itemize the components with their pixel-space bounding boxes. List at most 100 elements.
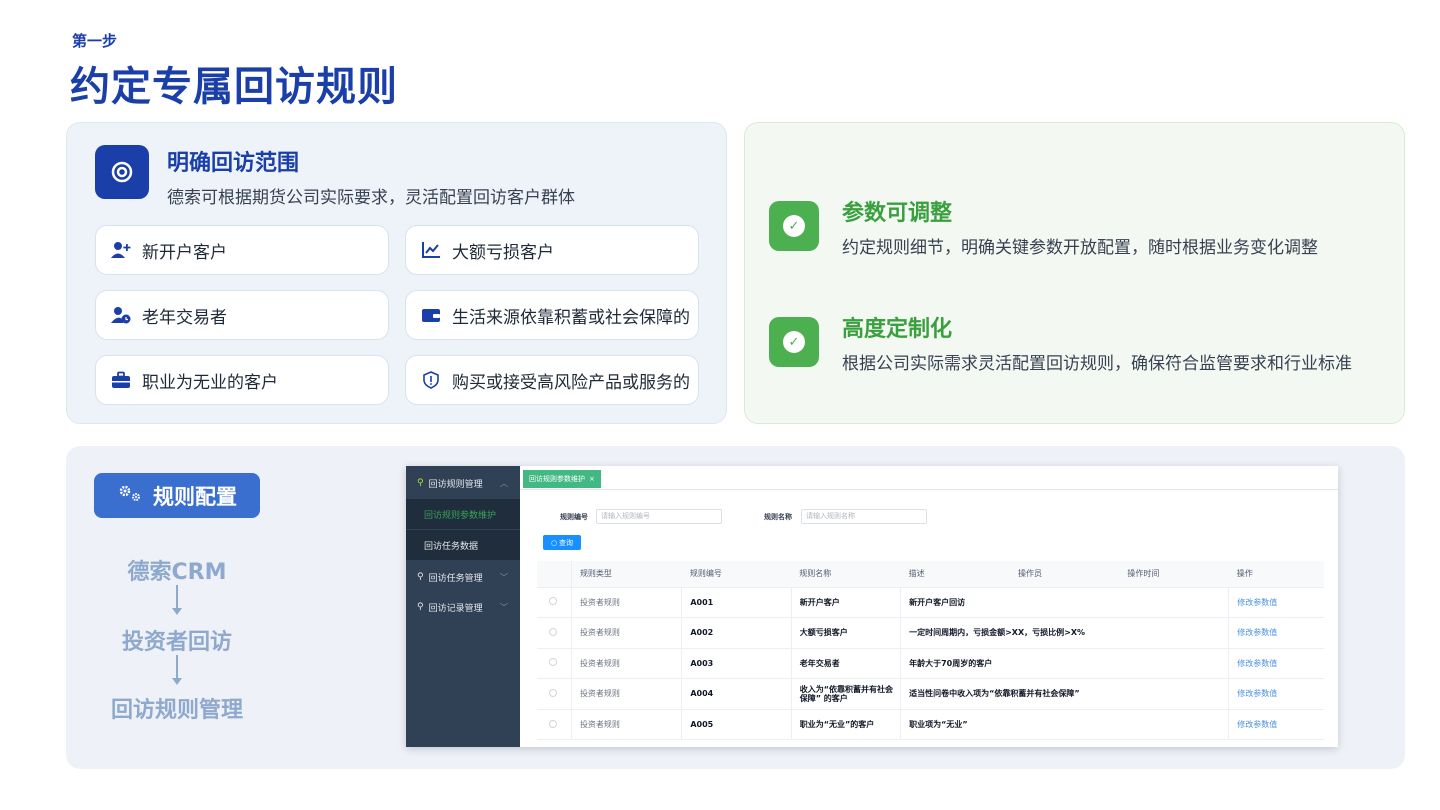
table-header: 规则类型: [571, 561, 682, 588]
step-label: 第一步: [72, 32, 118, 50]
shield-alert-icon: [420, 369, 442, 391]
location-icon: ⚲: [417, 602, 424, 612]
scope-item-label: 生活来源依靠积蓄或社会保障的: [452, 307, 690, 328]
table-header: 描述: [900, 561, 1010, 588]
sidebar-item-rule-mgmt[interactable]: ⚲ 回访规则管理 ︿: [406, 468, 520, 498]
check-icon: ✓: [769, 201, 819, 251]
rule-code-label: 规则编号: [560, 513, 588, 521]
scope-item-new-account: 新开户客户: [95, 225, 389, 275]
location-icon: ⚲: [417, 572, 424, 582]
query-button[interactable]: ○ 查询: [543, 535, 581, 550]
wallet-icon: [420, 304, 442, 326]
row-radio[interactable]: [549, 597, 557, 606]
table-header: 规则名称: [791, 561, 901, 588]
feature-title: 参数可调整: [842, 201, 953, 226]
sidebar-item-task-mgmt[interactable]: ⚲ 回访任务管理 ﹀: [406, 562, 520, 592]
arrow-down-icon: [172, 678, 182, 685]
table-row: 投资者规则 A003 老年交易者 年龄大于70周岁的客户 修改参数值: [537, 648, 1324, 680]
app-main: 回访规则参数维护 × 规则编号 请输入规则编号 规则名称 请输入规则名称 ○ 查…: [520, 466, 1338, 747]
rule-desc-cell: 一定时间周期内，亏损金额>XX，亏损比例>X%: [900, 617, 1120, 649]
rule-code-cell: A003: [681, 648, 792, 680]
flow-step: 投资者回访: [121, 630, 232, 655]
table-row: 投资者规则 A001 新开户客户 新开户客户回访 修改参数值: [537, 587, 1324, 619]
close-icon[interactable]: ×: [589, 475, 595, 483]
feature-description: 根据公司实际需求灵活配置回访规则，确保符合监管要求和行业标准: [842, 354, 1352, 374]
edit-param-link[interactable]: 修改参数值: [1228, 648, 1324, 680]
edit-param-link[interactable]: 修改参数值: [1228, 709, 1324, 741]
rule-type-cell: 投资者规则: [571, 678, 683, 710]
operate-time-cell: [1119, 709, 1230, 741]
scope-card: 明确回访范围 德索可根据期货公司实际要求，灵活配置回访客户群体 新开户客户 大额…: [66, 122, 727, 424]
chevron-up-icon: ︿: [500, 478, 508, 488]
user-plus-icon: [110, 239, 132, 261]
table-row: 投资者规则 A004 收入为“依靠积蓄并有社会保障” 的客户 适当性问卷中收入项…: [537, 678, 1324, 710]
table-row: 投资者规则 A005 职业为“无业”的客户 职业项为“无业” 修改参数值: [537, 709, 1324, 741]
sidebar-item-task-data[interactable]: 回访任务数据: [406, 530, 520, 560]
table-header: 操作员: [1009, 561, 1120, 588]
rule-config-button[interactable]: 规则配置: [94, 473, 260, 518]
row-radio[interactable]: [549, 627, 557, 636]
rule-name-cell: 老年交易者: [791, 648, 902, 680]
target-icon: [95, 145, 149, 199]
operate-time-cell: [1119, 587, 1230, 619]
rule-type-cell: 投资者规则: [571, 648, 683, 680]
flow-arrow: [176, 655, 178, 680]
rule-desc-cell: 适当性问卷中收入项为“依靠积蓄并有社会保障”: [900, 678, 1120, 710]
scope-item-savings: 生活来源依靠积蓄或社会保障的: [405, 290, 699, 340]
edit-param-link[interactable]: 修改参数值: [1228, 587, 1324, 619]
rule-name-cell: 职业为“无业”的客户: [791, 709, 902, 741]
sidebar-item-record-mgmt[interactable]: ⚲ 回访记录管理 ﹀: [406, 592, 520, 622]
table-header: 操作: [1228, 561, 1324, 588]
rule-code-cell: A005: [681, 709, 792, 741]
app-screenshot: ⚲ 回访规则管理 ︿ 回访规则参数维护 回访任务数据 ⚲ 回访任务管理 ﹀ ⚲ …: [406, 466, 1338, 747]
scope-item-label: 老年交易者: [142, 307, 227, 328]
rule-config-label: 规则配置: [153, 484, 237, 509]
search-icon: ○: [550, 538, 558, 547]
tab-rule-params[interactable]: 回访规则参数维护 ×: [523, 470, 601, 488]
table-header-row: 规则类型 规则编号 规则名称 描述 操作员 操作时间 操作: [537, 561, 1324, 588]
rule-name-label: 规则名称: [764, 513, 792, 521]
rule-desc-cell: 年龄大于70周岁的客户: [900, 648, 1120, 680]
scope-item-large-loss: 大额亏损客户: [405, 225, 699, 275]
page-title: 约定专属回访规则: [70, 64, 398, 110]
briefcase-icon: [110, 369, 132, 391]
row-radio[interactable]: [549, 658, 557, 667]
scope-item-label: 新开户客户: [142, 242, 227, 263]
app-sidebar: ⚲ 回访规则管理 ︿ 回访规则参数维护 回访任务数据 ⚲ 回访任务管理 ﹀ ⚲ …: [406, 466, 520, 747]
rule-name-input[interactable]: 请输入规则名称: [801, 509, 927, 524]
rule-code-input[interactable]: 请输入规则编号: [596, 509, 722, 524]
rule-desc-cell: 职业项为“无业”: [900, 709, 1120, 741]
operate-time-cell: [1119, 648, 1230, 680]
check-icon: ✓: [769, 317, 819, 367]
tab-bar: 回访规则参数维护 ×: [520, 466, 1338, 490]
trend-chart-icon: [420, 239, 442, 261]
row-radio[interactable]: [549, 719, 557, 728]
flow-step: 德索CRM: [127, 560, 227, 585]
rule-name-cell: 收入为“依靠积蓄并有社会保障” 的客户: [791, 678, 902, 710]
table-header: 规则编号: [681, 561, 792, 588]
rule-code-cell: A001: [681, 587, 792, 619]
rule-code-cell: A004: [681, 678, 792, 710]
user-clock-icon: [110, 304, 132, 326]
chevron-down-icon: ﹀: [500, 602, 508, 612]
flow-step: 回访规则管理: [110, 698, 243, 723]
scope-item-elderly: 老年交易者: [95, 290, 389, 340]
edit-param-link[interactable]: 修改参数值: [1228, 617, 1324, 649]
rule-name-cell: 新开户客户: [791, 587, 902, 619]
flow-arrow: [176, 585, 178, 610]
rule-code-cell: A002: [681, 617, 792, 649]
feature-title: 高度定制化: [842, 317, 953, 342]
feature-description: 约定规则细节，明确关键参数开放配置，随时根据业务变化调整: [842, 238, 1318, 258]
scope-item-label: 大额亏损客户: [452, 242, 554, 263]
sidebar-item-rule-params[interactable]: 回访规则参数维护: [406, 499, 520, 529]
table-header: 操作时间: [1119, 561, 1229, 588]
chevron-down-icon: ﹀: [500, 572, 508, 582]
scope-description: 德索可根据期货公司实际要求，灵活配置回访客户群体: [167, 188, 575, 208]
edit-param-link[interactable]: 修改参数值: [1228, 678, 1324, 710]
row-radio[interactable]: [549, 688, 557, 697]
location-icon: ⚲: [417, 478, 424, 488]
features-card: ✓ 参数可调整 约定规则细节，明确关键参数开放配置，随时根据业务变化调整 ✓ 高…: [744, 122, 1405, 424]
rule-type-cell: 投资者规则: [571, 587, 683, 619]
scope-item-label: 职业为无业的客户: [142, 372, 278, 393]
rules-table: 规则类型 规则编号 规则名称 描述 操作员 操作时间 操作 投资者规则 A001…: [537, 561, 1324, 741]
